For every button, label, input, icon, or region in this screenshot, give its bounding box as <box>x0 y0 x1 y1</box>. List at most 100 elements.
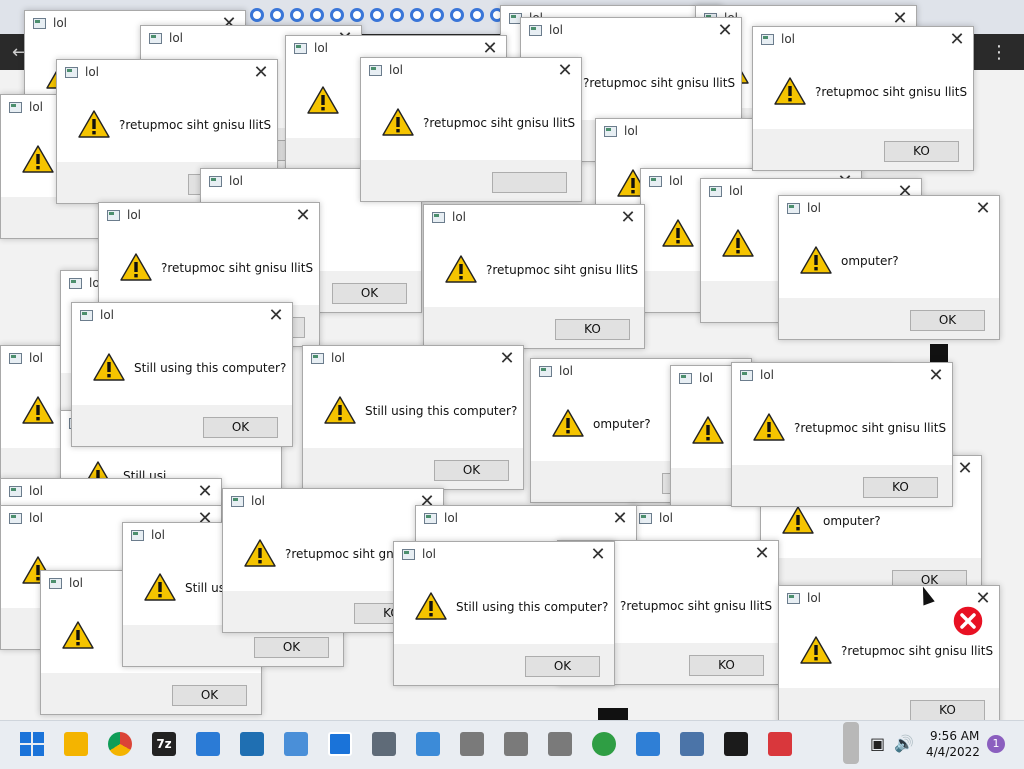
browser-tab-favicon[interactable] <box>250 8 264 22</box>
close-icon[interactable]: ✕ <box>266 305 286 327</box>
close-icon[interactable]: ✕ <box>973 198 993 220</box>
clock-time[interactable]: 9:56 AM <box>930 729 979 743</box>
dialog-titlebar[interactable]: lol✕ <box>424 205 644 233</box>
close-icon[interactable]: ✕ <box>610 508 630 530</box>
dialog-titlebar[interactable]: lol✕ <box>521 18 741 46</box>
dialog-title: lol <box>85 65 100 79</box>
dialog-title: lol <box>29 484 44 498</box>
dialog-footer: OK <box>303 448 523 489</box>
ok-button[interactable]: OK <box>203 417 278 438</box>
ok-button[interactable]: OK <box>910 310 985 331</box>
close-icon[interactable]: ✕ <box>715 20 735 42</box>
message-dialog[interactable]: lol ✕ ?retupmoc siht gnisu llitS KO <box>752 26 974 171</box>
close-icon[interactable]: ✕ <box>618 207 638 229</box>
start-button[interactable] <box>20 732 44 756</box>
network-computer-icon[interactable] <box>548 732 572 756</box>
message-dialog[interactable]: lol ✕ Still using this computer? OK <box>302 345 524 490</box>
dialog-footer: KO <box>424 307 644 348</box>
warning-icon <box>244 539 276 567</box>
message-dialog[interactable]: lol ✕ Still using this computer? OK <box>71 302 293 447</box>
message-dialog[interactable]: lol ✕ ?retupmoc siht gnisu llitS <box>360 57 582 202</box>
browser-tab-favicon[interactable] <box>330 8 344 22</box>
dialog-titlebar[interactable]: lol✕ <box>99 203 319 231</box>
ok-button[interactable]: KO <box>555 319 630 340</box>
chrome-icon[interactable] <box>108 732 132 756</box>
resource-monitor-icon[interactable] <box>680 732 704 756</box>
ok-button[interactable] <box>492 172 567 193</box>
dialog-footer: OK <box>394 644 614 685</box>
dialog-titlebar[interactable]: lol✕ <box>416 506 636 534</box>
taskbar-scrollbar[interactable] <box>843 722 859 764</box>
network-tray-icon[interactable]: ▣ <box>870 734 885 753</box>
ok-button[interactable]: OK <box>434 460 509 481</box>
notepad-icon[interactable] <box>196 732 220 756</box>
close-icon[interactable]: ✕ <box>293 205 313 227</box>
paint-icon[interactable] <box>284 732 308 756</box>
volume-icon[interactable]: 🔊 <box>894 734 914 753</box>
network-computer-icon[interactable] <box>504 732 528 756</box>
browser-tab-favicon[interactable] <box>270 8 284 22</box>
dialog-titlebar[interactable]: lol✕ <box>753 27 973 55</box>
dialog-message: omputer? <box>841 254 899 268</box>
ok-button[interactable]: OK <box>172 685 247 706</box>
close-icon[interactable]: ✕ <box>926 365 946 387</box>
ok-button[interactable]: KO <box>910 700 985 721</box>
browser-tab-favicon[interactable] <box>310 8 324 22</box>
close-icon[interactable]: ✕ <box>497 348 517 370</box>
more-menu-icon: ⋮ <box>990 42 1008 63</box>
close-icon[interactable]: ✕ <box>195 481 215 503</box>
ok-button[interactable]: OK <box>254 637 329 658</box>
clock-date[interactable]: 4/4/2022 <box>926 745 980 759</box>
dialog-titlebar[interactable]: lol✕ <box>779 196 999 224</box>
message-dialog[interactable]: lol ✕ omputer? OK <box>778 195 1000 340</box>
dialog-titlebar[interactable]: lol✕ <box>223 489 443 517</box>
dialog-titlebar[interactable]: lol✕ <box>361 58 581 86</box>
dialog-titlebar[interactable]: lol ✕ <box>57 60 277 88</box>
file-explorer-icon[interactable] <box>64 732 88 756</box>
close-icon[interactable]: ✕ <box>588 544 608 566</box>
ok-button[interactable]: KO <box>689 655 764 676</box>
dialog-message: ?retupmoc siht gnisu llitS <box>841 644 994 658</box>
dialog-titlebar[interactable]: lol✕ <box>303 346 523 374</box>
browser-tab-favicon[interactable] <box>450 8 464 22</box>
app-window-icon <box>311 353 324 364</box>
network-computer-icon[interactable] <box>460 732 484 756</box>
puzzle-icon[interactable] <box>636 732 660 756</box>
message-dialog[interactable]: lol ✕ Still using this computer? OK <box>393 541 615 686</box>
browser-tab-favicon[interactable] <box>290 8 304 22</box>
background-window-fragment <box>598 708 628 720</box>
close-icon[interactable]: ✕ <box>251 62 271 84</box>
close-icon[interactable]: ✕ <box>752 543 772 565</box>
calculator-icon[interactable] <box>372 732 396 756</box>
globe-icon[interactable] <box>592 732 616 756</box>
dialog-titlebar[interactable]: lol ✕ <box>1 479 221 507</box>
app-window-icon <box>149 33 162 44</box>
browser-tab-favicon[interactable] <box>430 8 444 22</box>
seven-zip-icon[interactable]: 7z <box>152 732 176 756</box>
message-dialog[interactable]: lol ✕ ?retupmoc siht gnisu llitS KO <box>731 362 953 507</box>
message-dialog[interactable]: lol ✕ ?retupmoc siht gnisu llitS KO <box>423 204 645 349</box>
close-icon[interactable]: ✕ <box>555 60 575 82</box>
dialog-titlebar[interactable]: lol✕ <box>394 542 614 570</box>
browser-tab-favicon[interactable] <box>390 8 404 22</box>
dialog-titlebar[interactable]: lol✕ <box>732 363 952 391</box>
ok-button[interactable]: KO <box>884 141 959 162</box>
ok-button[interactable]: OK <box>525 656 600 677</box>
browser-tab-favicon[interactable] <box>350 8 364 22</box>
browser-tab-favicon[interactable] <box>370 8 384 22</box>
notification-badge[interactable]: 1 <box>987 735 1005 753</box>
dialog-message: ?retupmoc siht gnisu llitS <box>583 76 736 90</box>
close-icon[interactable]: ✕ <box>947 29 967 51</box>
terminal-icon[interactable] <box>724 732 748 756</box>
photos-icon[interactable] <box>240 732 264 756</box>
active-dialog-app-icon[interactable] <box>328 732 352 756</box>
app-window-icon <box>761 34 774 45</box>
browser-tab-favicon[interactable] <box>410 8 424 22</box>
toolbox-icon[interactable] <box>768 732 792 756</box>
control-panel-icon[interactable] <box>416 732 440 756</box>
ok-button[interactable]: OK <box>332 283 407 304</box>
ok-button[interactable]: KO <box>863 477 938 498</box>
close-icon[interactable]: ✕ <box>955 458 975 480</box>
dialog-titlebar[interactable]: lol✕ <box>72 303 292 331</box>
browser-tab-favicon[interactable] <box>470 8 484 22</box>
